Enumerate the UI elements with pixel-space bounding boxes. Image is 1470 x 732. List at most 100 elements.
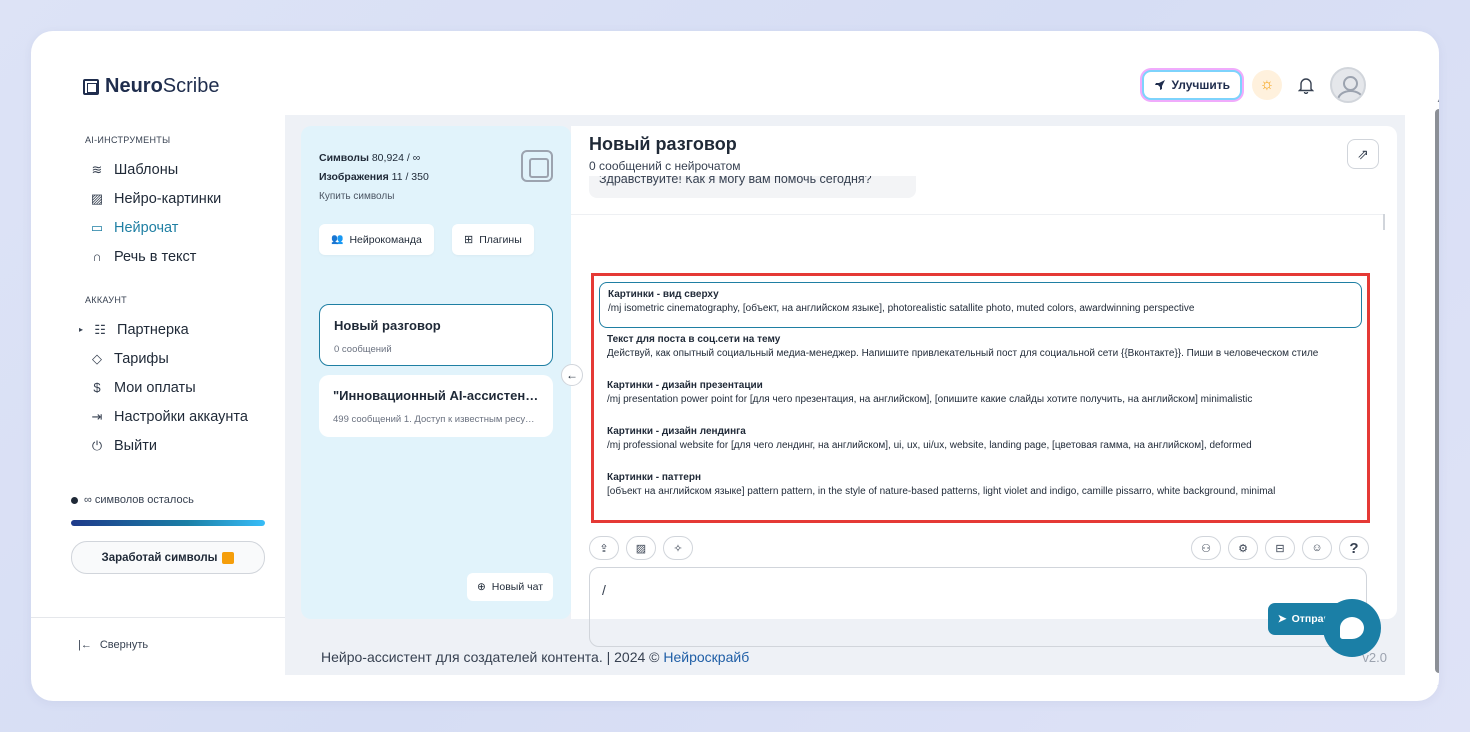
notifications-bell-icon[interactable] xyxy=(1292,71,1320,99)
chat-panel: Новый разговор 0 сообщений с нейрочатом … xyxy=(571,126,1397,647)
send-arrow-icon: ➤ xyxy=(1277,613,1287,625)
template-title: Картинки - паттерн xyxy=(607,472,701,483)
upload-icon[interactable]: ⇪ xyxy=(589,536,619,560)
collapse-arrow-icon: |← xyxy=(78,639,92,651)
layers-icon: ≋ xyxy=(91,161,103,177)
collapse-sidebar-button[interactable]: |← Свернуть xyxy=(78,639,148,651)
theme-toggle-sun-icon[interactable]: ☼ xyxy=(1252,70,1282,100)
image-icon: ▨ xyxy=(90,190,104,206)
sidebar-item-label: Выйти xyxy=(114,437,157,454)
chat-item-innovative-assistant[interactable]: "Инновационный AI-ассистент для создател… xyxy=(319,375,553,437)
magic-wand-icon[interactable]: ✧ xyxy=(663,536,693,560)
support-chat-bubble-icon[interactable] xyxy=(1323,599,1381,657)
sidebar-divider xyxy=(31,617,285,618)
chat-subtitle: 0 сообщений с нейрочатом xyxy=(589,159,741,173)
team-icon: 👥 xyxy=(331,234,344,245)
help-button[interactable]: ? xyxy=(1339,536,1369,560)
template-item[interactable]: Картинки - дизайн лендинга /mj professio… xyxy=(599,420,1362,466)
template-text: /mj isometric cinematography, [объект, н… xyxy=(608,303,1195,314)
sidebar: AI-ИНСТРУМЕНТЫ ≋ Шаблоны ▨ Нейро-картинк… xyxy=(69,129,269,460)
footer-link[interactable]: Нейроскрайб xyxy=(663,649,749,665)
sidebar-item-label: Партнерка xyxy=(117,321,189,338)
sidebar-item-templates[interactable]: ≋ Шаблоны xyxy=(69,155,269,184)
template-text: /mj presentation power point for [для че… xyxy=(607,394,1253,405)
messages-scroll-indicator[interactable] xyxy=(1383,214,1385,230)
rocket-icon xyxy=(1154,80,1165,90)
expand-caret-icon: ▸ xyxy=(79,325,84,334)
page-scrollbar[interactable]: ▲ ▼ xyxy=(1434,95,1439,699)
earn-symbols-button[interactable]: Заработай символы xyxy=(71,541,265,574)
sidebar-item-partners[interactable]: ▸ ☷ Партнерка xyxy=(69,315,269,344)
sidebar-item-label: Мои оплаты xyxy=(114,379,196,396)
sidebar-item-payments[interactable]: $ Мои оплаты xyxy=(69,373,269,402)
sidebar-item-label: Нейро-картинки xyxy=(114,190,222,207)
chat-item-subtitle: 0 сообщений xyxy=(334,344,392,355)
users-icon: ☷ xyxy=(94,321,106,337)
plugins-label: Плагины xyxy=(479,233,522,246)
layout-icon[interactable]: ⊟ xyxy=(1265,536,1295,560)
user-avatar[interactable] xyxy=(1330,67,1366,103)
topbar-actions: Улучшить ☼ xyxy=(1141,67,1366,103)
section-title-account: АККАУНТ xyxy=(85,295,127,305)
buy-symbols-link[interactable]: Купить символы xyxy=(319,187,429,206)
help-label: ? xyxy=(1349,539,1359,557)
assistant-greeting-message: Здравствуйте! Как я могу вам помочь сего… xyxy=(589,176,916,198)
share-arrow-icon: ⇗ xyxy=(1357,145,1369,162)
scroll-thumb[interactable] xyxy=(1435,109,1439,673)
symbols-label: Символы xyxy=(319,152,369,164)
sidebar-item-tariffs[interactable]: ◇ Тарифы xyxy=(69,344,269,373)
logo-rest-text: Scribe xyxy=(162,75,220,97)
plugins-button[interactable]: ⊞ Плагины xyxy=(452,224,534,255)
template-item[interactable]: Картинки - дизайн презентации /mj presen… xyxy=(599,374,1362,420)
sidebar-item-account-settings[interactable]: ⇥ Настройки аккаунта xyxy=(69,402,269,431)
chat-icon: ▭ xyxy=(90,219,104,235)
tag-icon: ◇ xyxy=(92,350,102,366)
chat-item-new-conversation[interactable]: Новый разговор 0 сообщений xyxy=(319,304,553,366)
template-title: Картинки - дизайн лендинга xyxy=(607,426,746,437)
sidebar-item-logout[interactable]: ⏻ Выйти xyxy=(69,431,269,460)
collapse-chatlist-arrow-icon[interactable]: ← xyxy=(561,364,583,386)
scroll-down-arrow-icon[interactable]: ▼ xyxy=(1436,683,1439,692)
images-label: Изображения xyxy=(319,171,389,183)
neuroteam-label: Нейрокоманда xyxy=(349,233,422,246)
plugin-icon[interactable]: ⚇ xyxy=(1191,536,1221,560)
sidebar-item-label: Нейрочат xyxy=(114,219,179,236)
sidebar-item-label: Речь в текст xyxy=(114,248,197,265)
robot-icon[interactable]: ☺ xyxy=(1302,536,1332,560)
logo[interactable]: NeuroScribe xyxy=(83,75,220,98)
chat-title: Новый разговор xyxy=(589,134,737,154)
sidebar-item-label: Настройки аккаунта xyxy=(114,408,248,425)
new-chat-label: Новый чат xyxy=(491,581,543,593)
chat-item-subtitle: 499 сообщений 1. Доступ к известным ресу… xyxy=(333,414,539,425)
template-item[interactable]: Текст для поста в соц.сети на тему Дейст… xyxy=(599,328,1362,374)
chat-list-panel: Символы 80,924 / ∞ Изображения 11 / 350 … xyxy=(301,126,571,619)
template-text: [объект на английском языке] pattern pat… xyxy=(607,486,1276,497)
upgrade-label: Улучшить xyxy=(1171,78,1230,92)
message-input-value: / xyxy=(602,582,606,598)
collapse-label: Свернуть xyxy=(99,639,149,651)
logo-icon xyxy=(83,78,99,95)
symbols-remaining-text: ∞ символов осталось xyxy=(84,494,194,506)
symbols-progress-bar xyxy=(71,520,265,526)
scroll-up-arrow-icon[interactable]: ▲ xyxy=(1436,95,1439,104)
template-title: Текст для поста в соц.сети на тему xyxy=(607,334,781,345)
template-item[interactable]: Картинки - паттерн [объект на английском… xyxy=(599,466,1362,512)
upgrade-button[interactable]: Улучшить xyxy=(1141,70,1242,100)
earn-symbols-label: Заработай символы xyxy=(101,551,218,564)
settings-gear-icon[interactable]: ⚙ xyxy=(1228,536,1258,560)
template-item[interactable]: Картинки - вид сверху /mj isometric cine… xyxy=(599,282,1362,328)
symbols-value: 80,924 / ∞ xyxy=(371,152,421,164)
message-input[interactable]: / ➤ Отправить xyxy=(589,567,1367,647)
image-icon[interactable]: ▨ xyxy=(626,536,656,560)
neuroteam-button[interactable]: 👥 Нейрокоманда xyxy=(319,224,434,255)
plus-circle-icon: ⊕ xyxy=(476,581,486,593)
chat-item-title: "Инновационный AI-ассистент для создател… xyxy=(333,388,539,403)
usage-stats: Символы 80,924 / ∞ Изображения 11 / 350 … xyxy=(319,149,429,206)
share-button[interactable]: ⇗ xyxy=(1347,139,1379,169)
sidebar-item-speech-to-text[interactable]: ∩ Речь в текст xyxy=(69,242,269,271)
template-text: Действуй, как опытный социальный медиа-м… xyxy=(607,348,1319,359)
sidebar-item-neurochat[interactable]: ▭ Нейрочат xyxy=(69,213,269,242)
new-chat-button[interactable]: ⊕ Новый чат xyxy=(466,573,553,601)
sidebar-item-neuro-images[interactable]: ▨ Нейро-картинки xyxy=(69,184,269,213)
images-value: 11 / 350 xyxy=(391,171,429,183)
